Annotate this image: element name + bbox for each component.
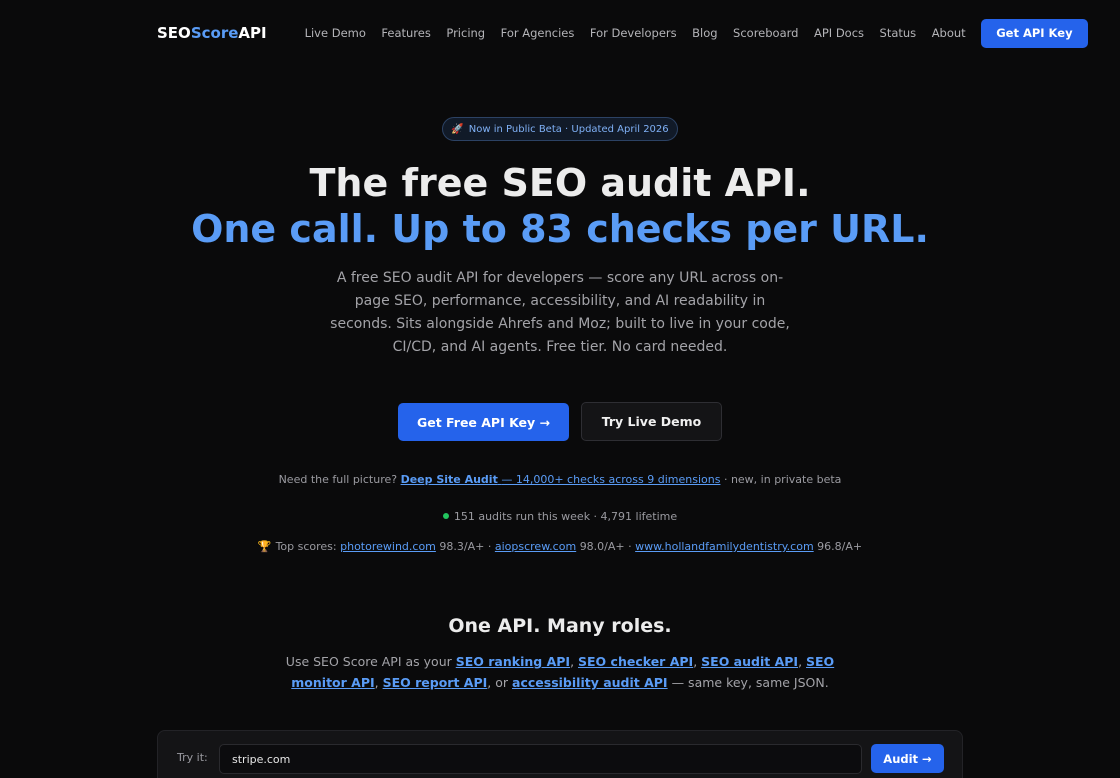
try-it-label: Try it:: [177, 751, 208, 764]
separator: ·: [487, 540, 492, 553]
roles-or: or: [495, 675, 509, 690]
nav-link-live-demo[interactable]: Live Demo: [305, 26, 366, 40]
audit-stats-text: 151 audits run this week · 4,791 lifetim…: [453, 510, 678, 523]
top-score-value: 98.3/A+: [439, 540, 485, 553]
status-dot-icon: [442, 513, 449, 519]
top-scores: 🏆 Top scores: photorewind.com 98.3/A+ · a…: [0, 540, 1120, 553]
nav-link-pricing[interactable]: Pricing: [446, 26, 485, 40]
hero-headline: The free SEO audit API.: [309, 161, 811, 205]
nav-link-status[interactable]: Status: [880, 26, 917, 40]
logo-score: Score: [190, 24, 239, 42]
roles-suffix: — same key, same JSON.: [671, 675, 829, 690]
get-api-key-button[interactable]: Get API Key: [981, 18, 1088, 48]
top-score-site[interactable]: www.hollandfamilydentistry.com: [635, 540, 814, 553]
role-link-seo-checker-api[interactable]: SEO checker API: [578, 654, 693, 669]
deep-audit-prefix: Need the full picture?: [278, 473, 398, 486]
beta-badge: 🚀 Now in Public Beta · Updated April 202…: [442, 117, 678, 141]
deep-audit-link-bold: Deep Site Audit: [400, 473, 498, 486]
nav-link-about[interactable]: About: [932, 26, 966, 40]
top-score-value: 98.0/A+: [579, 540, 625, 553]
trophy-icon: 🏆: [257, 540, 272, 553]
deep-audit-suffix: · new, in private beta: [723, 473, 842, 486]
try-it-panel: Try it: Audit →: [157, 730, 963, 778]
role-link-accessibility-audit-api[interactable]: accessibility audit API: [512, 675, 668, 690]
nav-link-for-agencies[interactable]: For Agencies: [501, 26, 575, 40]
nav-link-api-docs[interactable]: API Docs: [814, 26, 864, 40]
roles-description: Use SEO Score API as your SEO ranking AP…: [285, 654, 835, 690]
nav-link-features[interactable]: Features: [381, 26, 430, 40]
logo-api: API: [238, 24, 267, 42]
get-free-api-key-button[interactable]: Get Free API Key →: [398, 403, 569, 441]
top-scores-label: Top scores:: [275, 540, 337, 553]
hero-description: A free SEO audit API for developers — sc…: [330, 270, 790, 355]
top-nav: SEOScoreAPI Live Demo Features Pricing F…: [157, 18, 1088, 48]
separator: ·: [628, 540, 632, 553]
url-input[interactable]: [219, 744, 862, 774]
nav-links: Live Demo Features Pricing For Agencies …: [305, 26, 982, 40]
role-link-seo-report-api[interactable]: SEO report API: [383, 675, 488, 690]
beta-badge-text: Now in Public Beta · Updated April 2026: [468, 123, 669, 135]
audit-stats: 151 audits run this week · 4,791 lifetim…: [0, 510, 1120, 523]
try-live-demo-button[interactable]: Try Live Demo: [581, 402, 722, 441]
rocket-icon: 🚀: [451, 123, 464, 135]
role-link-seo-ranking-api[interactable]: SEO ranking API: [456, 654, 570, 669]
hero-headline-accent: One call. Up to 83 checks per URL.: [191, 207, 929, 251]
audit-button[interactable]: Audit →: [871, 744, 944, 773]
roles-prefix: Use SEO Score API as your: [285, 654, 452, 669]
logo-seo: SEO: [157, 24, 191, 42]
nav-link-for-developers[interactable]: For Developers: [590, 26, 677, 40]
top-score-site[interactable]: aiopscrew.com: [495, 540, 576, 553]
nav-link-blog[interactable]: Blog: [692, 26, 717, 40]
top-score-site[interactable]: photorewind.com: [340, 540, 436, 553]
nav-link-scoreboard[interactable]: Scoreboard: [733, 26, 798, 40]
logo[interactable]: SEOScoreAPI: [157, 24, 267, 42]
roles-heading: One API. Many roles.: [448, 615, 672, 637]
top-score-value: 96.8/A+: [817, 540, 863, 553]
deep-audit-link[interactable]: Deep Site Audit — 14,000+ checks across …: [401, 473, 721, 486]
deep-audit-link-rest: — 14,000+ checks across 9 dimensions: [501, 473, 721, 486]
deep-audit-line: Need the full picture? Deep Site Audit —…: [0, 473, 1120, 486]
role-link-seo-audit-api[interactable]: SEO audit API: [701, 654, 798, 669]
